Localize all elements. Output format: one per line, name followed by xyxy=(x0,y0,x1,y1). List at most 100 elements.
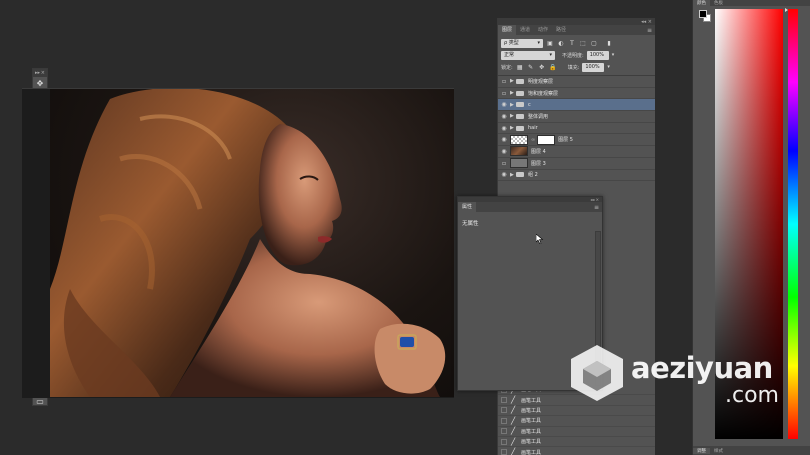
blend-mode-select[interactable]: 正常 ▾ xyxy=(501,50,555,60)
history-item[interactable]: ╱ 画笔工具 xyxy=(498,416,655,427)
adjustment-filter-icon[interactable]: ◐ xyxy=(557,39,565,47)
lock-transparent-icon[interactable]: ▦ xyxy=(516,63,524,71)
panel-top-bar[interactable]: ◂◂ × xyxy=(498,18,655,25)
portrait-image xyxy=(50,89,446,397)
history-source-box[interactable] xyxy=(501,438,507,445)
tools-panel-header[interactable]: ▸▸ × xyxy=(33,69,47,77)
history-item-label: 画笔工具 xyxy=(521,439,542,446)
collapse-icon[interactable]: ◂◂ xyxy=(641,19,646,25)
layer-row[interactable]: ◉ ▶ 整体调用 xyxy=(498,111,655,123)
eye-icon[interactable]: ◉ xyxy=(498,148,510,155)
shape-filter-icon[interactable]: ⬚ xyxy=(579,39,587,47)
brush-icon: ╱ xyxy=(511,416,516,425)
folder-icon xyxy=(516,102,524,108)
eye-icon[interactable]: ◉ xyxy=(498,125,510,132)
layer-row[interactable]: ◉ ▶ hair xyxy=(498,123,655,135)
brush-icon: ╱ xyxy=(511,427,516,436)
document-canvas[interactable] xyxy=(50,89,454,397)
history-item[interactable]: ╱ 画笔工具 xyxy=(498,427,655,437)
lock-all-icon[interactable]: 🔒 xyxy=(549,63,557,71)
tab-adjustments[interactable]: 调整 xyxy=(693,447,710,454)
layer-name[interactable]: hair xyxy=(528,125,538,131)
history-item[interactable]: ╱ 画笔工具 xyxy=(498,437,655,448)
lock-position-icon[interactable]: ✥ xyxy=(538,63,546,71)
opacity-input[interactable]: 100% xyxy=(586,50,609,60)
pixel-filter-icon[interactable]: ▣ xyxy=(546,39,554,47)
folder-icon xyxy=(516,125,524,131)
layers-panel-tabs: 图层 通道 动作 路径 ≡ xyxy=(498,25,655,35)
tab-properties[interactable]: 属性 xyxy=(458,202,477,212)
foreground-color-swatch[interactable] xyxy=(699,10,707,18)
tab-color[interactable]: 颜色 xyxy=(693,0,710,6)
folder-icon xyxy=(516,113,524,119)
collapse-icon[interactable]: ◂◂ xyxy=(590,197,594,202)
eye-icon[interactable]: ◉ xyxy=(498,101,510,108)
layer-list: ▫ ▶ 明度观察层 ▫ ▶ 饱和度观察层 ◉ ▶ c ◉ ▶ 整体调用 ◉ ▶ hair ◉ ∞ 图层 5 ◉ 图层 … xyxy=(498,75,655,182)
layer-name[interactable]: 图层 5 xyxy=(558,136,573,143)
lock-label: 锁定: xyxy=(501,64,513,71)
layer-row[interactable]: ▫ 图层 3 xyxy=(498,158,655,170)
chevron-down-icon: ▾ xyxy=(537,39,540,46)
watermark-logo-icon xyxy=(571,345,623,401)
opacity-value: 100% xyxy=(589,51,604,58)
opacity-label: 不透明度: xyxy=(562,52,584,59)
eye-icon[interactable]: ◉ xyxy=(498,136,510,143)
layer-name[interactable]: 整体调用 xyxy=(528,113,548,120)
type-filter-icon[interactable]: T xyxy=(568,39,576,47)
fill-label: 填充: xyxy=(567,64,580,71)
eye-icon[interactable]: ◉ xyxy=(498,171,510,178)
tab-actions[interactable]: 动作 xyxy=(534,25,552,35)
fill-input[interactable]: 100% xyxy=(582,62,605,72)
layer-mask-thumbnail[interactable] xyxy=(537,134,556,145)
tab-styles[interactable]: 样式 xyxy=(710,448,727,454)
layer-name[interactable]: 图层 3 xyxy=(531,160,546,167)
close-icon[interactable]: × xyxy=(596,197,599,202)
fill-value: 100% xyxy=(585,63,600,70)
layer-row[interactable]: ▫ ▶ 明度观察层 xyxy=(498,76,655,88)
filter-toggle-icon[interactable]: ▮ xyxy=(605,39,613,47)
kind-filter-select[interactable]: ρ 类型 ▾ xyxy=(501,38,543,48)
layer-name[interactable]: 图层 4 xyxy=(531,148,546,155)
brush-icon: ╱ xyxy=(511,406,516,415)
tab-paths[interactable]: 路径 xyxy=(552,25,570,35)
panel-menu-icon[interactable]: ≡ xyxy=(647,27,655,34)
history-item-label: 画笔工具 xyxy=(521,397,542,404)
panel-menu-icon[interactable]: ≡ xyxy=(594,204,602,211)
smart-object-filter-icon[interactable]: ▢ xyxy=(590,39,598,47)
history-item[interactable]: ╱ 画笔工具 xyxy=(498,447,655,455)
layer-name[interactable]: 饱和度观察层 xyxy=(528,90,558,97)
history-source-box[interactable] xyxy=(501,407,507,414)
visibility-off-box[interactable]: ▫ xyxy=(498,78,510,85)
tab-channels[interactable]: 通道 xyxy=(516,25,534,35)
history-source-box[interactable] xyxy=(501,449,507,455)
history-source-box[interactable] xyxy=(501,428,507,435)
tab-layers[interactable]: 图层 xyxy=(498,25,517,35)
close-icon[interactable]: × xyxy=(41,70,45,76)
eye-icon[interactable]: ◉ xyxy=(498,113,510,120)
layer-name[interactable]: c xyxy=(528,102,531,108)
close-icon[interactable]: × xyxy=(648,19,652,25)
layer-name[interactable]: 明度观察层 xyxy=(528,78,553,85)
layer-row[interactable]: ◉ ∞ 图层 5 xyxy=(498,134,655,147)
visibility-off-box[interactable]: ▫ xyxy=(498,160,510,167)
layer-thumbnail[interactable] xyxy=(510,158,528,169)
collapse-icon[interactable]: ▸▸ xyxy=(35,70,40,76)
visibility-off-box[interactable]: ▫ xyxy=(498,90,510,97)
layer-row[interactable]: ◉ 图层 4 xyxy=(498,146,655,158)
layer-row[interactable]: ◉ ▶ 组 2 xyxy=(498,170,655,182)
watermark: aeziyuan .com xyxy=(565,343,805,413)
chain-link-icon[interactable]: ∞ xyxy=(531,137,535,143)
brush-icon: ╱ xyxy=(511,448,516,455)
chevron-down-icon[interactable]: ▾ xyxy=(607,64,610,70)
chevron-down-icon[interactable]: ▾ xyxy=(612,52,615,58)
tab-swatches[interactable]: 色板 xyxy=(710,0,727,6)
history-source-box[interactable] xyxy=(501,397,507,404)
layer-row[interactable]: ▫ ▶ 饱和度观察层 xyxy=(498,88,655,100)
layer-row[interactable]: ◉ ▶ c xyxy=(498,99,655,112)
layer-thumbnail[interactable] xyxy=(510,146,528,157)
layer-name[interactable]: 组 2 xyxy=(528,171,538,178)
lock-image-icon[interactable]: ✎ xyxy=(527,63,535,71)
history-source-box[interactable] xyxy=(501,417,507,424)
layer-thumbnail[interactable] xyxy=(510,134,528,145)
blend-mode-value: 正常 xyxy=(504,51,515,58)
